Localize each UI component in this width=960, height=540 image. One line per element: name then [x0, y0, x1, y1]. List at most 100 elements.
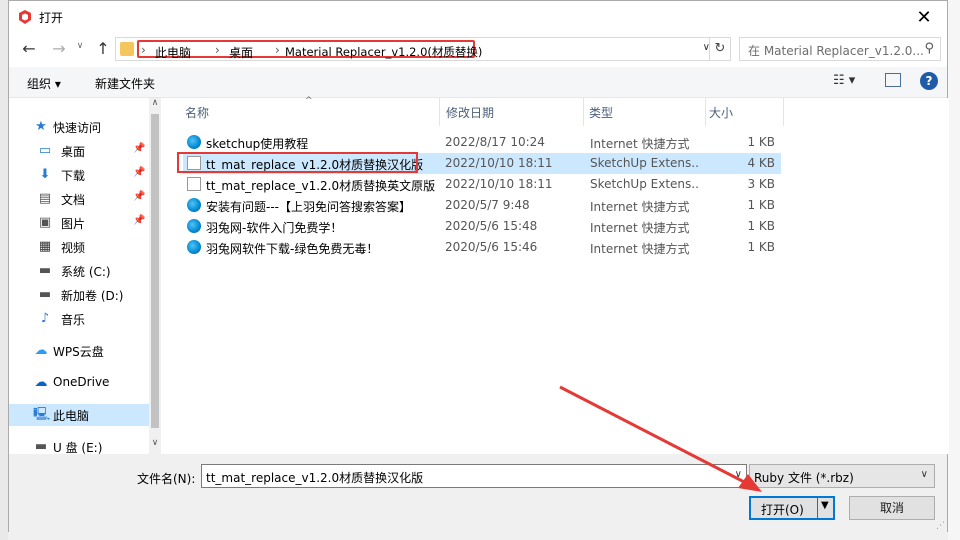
- help-icon[interactable]: ?: [920, 72, 938, 90]
- sidebar-item-label: 快速访问: [53, 121, 102, 135]
- file-date: 2020/5/6 15:48: [445, 219, 538, 233]
- toolbar: 组织 ▾ 新建文件夹 ☷ ▾ ?: [9, 67, 947, 98]
- file-name: tt_mat_replace_v1.2.0材质替换英文原版: [206, 179, 436, 193]
- sidebar-item-music[interactable]: ♪ 音乐: [9, 308, 149, 330]
- breadcrumb-separator-icon: ›: [141, 43, 146, 57]
- address-bar[interactable]: › 此电脑 › 桌面 › Material Replacer_v1.2.0(材质…: [115, 37, 731, 61]
- table-row[interactable]: 羽兔网-软件入门免费学！ 2020/5/6 15:48 Internet 快捷方…: [183, 216, 781, 237]
- forward-arrow-icon[interactable]: →: [47, 39, 71, 59]
- sidebar-item-pictures[interactable]: ▣ 图片 📌: [9, 212, 149, 234]
- sidebar-item-drive-c[interactable]: ▬ 系统 (C:): [9, 260, 149, 282]
- open-options-dropdown-icon[interactable]: ▼: [821, 500, 829, 511]
- file-size: 1 KB: [747, 198, 775, 212]
- column-divider[interactable]: [583, 98, 584, 126]
- preview-pane-icon[interactable]: [885, 73, 901, 87]
- sidebar-item-quick-access[interactable]: ★ 快速访问: [9, 116, 149, 138]
- sidebar-item-label: 新加卷 (D:): [61, 289, 124, 303]
- sidebar-item-downloads[interactable]: ⬇ 下载 📌: [9, 164, 149, 186]
- sidebar-item-this-pc[interactable]: 🖳 此电脑: [9, 404, 149, 426]
- sidebar-item-desktop[interactable]: ▭ 桌面 📌: [9, 140, 149, 162]
- chevron-down-icon[interactable]: ∨: [735, 469, 742, 480]
- sidebar-item-label: WPS云盘: [53, 345, 104, 359]
- close-button[interactable]: ✕: [901, 1, 947, 33]
- sidebar-item-drive-d[interactable]: ▬ 新加卷 (D:): [9, 284, 149, 306]
- filetype-value: Ruby 文件 (*.rbz): [754, 471, 854, 485]
- filename-input[interactable]: tt_mat_replace_v1.2.0材质替换汉化版 ∨: [201, 464, 747, 488]
- search-icon: ⚲: [924, 41, 934, 56]
- breadcrumb-separator-icon: ›: [215, 43, 220, 57]
- internet-shortcut-icon: [187, 240, 201, 254]
- document-icon: ▤: [38, 191, 52, 206]
- scroll-up-icon[interactable]: ∧: [149, 98, 161, 108]
- desktop-icon: ▭: [38, 143, 52, 158]
- column-divider[interactable]: [439, 98, 440, 126]
- sidebar-item-documents[interactable]: ▤ 文档 📌: [9, 188, 149, 210]
- new-folder-button[interactable]: 新建文件夹: [95, 75, 155, 92]
- organize-menu-button[interactable]: 组织 ▾: [27, 75, 61, 92]
- download-icon: ⬇: [39, 167, 51, 182]
- sidebar-item-label: 视频: [61, 241, 86, 255]
- pin-icon[interactable]: 📌: [133, 167, 145, 178]
- back-arrow-icon[interactable]: ←: [17, 39, 41, 59]
- table-row[interactable]: 安装有问题---【上羽免问答搜索答案】 2020/5/7 9:48 Intern…: [183, 195, 781, 216]
- scroll-down-icon[interactable]: ∨: [149, 438, 161, 448]
- scrollbar-thumb[interactable]: [151, 114, 159, 428]
- file-size: 3 KB: [747, 177, 775, 191]
- up-arrow-icon[interactable]: ↑: [93, 39, 113, 59]
- pin-icon[interactable]: 📌: [133, 215, 145, 226]
- sidebar-item-label: 文档: [61, 193, 86, 207]
- table-row[interactable]: tt_mat_replace_v1.2.0材质替换英文原版 2022/10/10…: [183, 174, 781, 195]
- file-name: sketchup使用教程: [206, 137, 309, 151]
- open-button[interactable]: 打开(O) ▼: [749, 496, 835, 520]
- column-header-name[interactable]: 名称: [185, 104, 209, 121]
- file-size: 1 KB: [747, 219, 775, 233]
- refresh-icon[interactable]: ↻: [709, 38, 730, 60]
- breadcrumb-separator-icon: ›: [275, 43, 280, 57]
- view-options-icon[interactable]: ☷ ▾: [833, 73, 855, 88]
- picture-icon: ▣: [38, 215, 52, 230]
- title-bar: 打开 ✕: [9, 1, 947, 33]
- file-type: Internet 快捷方式: [590, 200, 690, 214]
- file-icon: [187, 177, 201, 191]
- sketchup-app-icon: [19, 10, 31, 24]
- file-date: 2022/8/17 10:24: [445, 135, 545, 149]
- cancel-button[interactable]: 取消: [849, 496, 935, 520]
- sidebar-item-label: 此电脑: [53, 409, 90, 423]
- sort-ascending-icon: ^: [305, 96, 313, 106]
- pin-icon[interactable]: 📌: [133, 191, 145, 202]
- recent-locations-chevron-icon[interactable]: ∨: [73, 41, 87, 59]
- filename-value: tt_mat_replace_v1.2.0材质替换汉化版: [206, 471, 424, 485]
- file-date: 2020/5/7 9:48: [445, 198, 530, 212]
- sidebar-item-videos[interactable]: ▦ 视频: [9, 236, 149, 258]
- pin-icon[interactable]: 📌: [133, 143, 145, 154]
- breadcrumb-this-pc[interactable]: 此电脑: [155, 44, 191, 61]
- breadcrumb-desktop[interactable]: 桌面: [229, 44, 253, 61]
- file-date: 2020/5/6 15:46: [445, 240, 538, 254]
- column-header-type[interactable]: 类型: [589, 104, 613, 121]
- computer-icon: 🖳: [33, 407, 51, 422]
- split-divider: [817, 498, 818, 518]
- column-divider[interactable]: [783, 98, 784, 126]
- cloud-icon: ☁: [34, 343, 48, 358]
- sidebar-item-wps-cloud[interactable]: ☁ WPS云盘: [9, 340, 149, 362]
- column-header-date[interactable]: 修改日期: [446, 104, 494, 121]
- annotation-highlight-box: [177, 152, 418, 173]
- filetype-select[interactable]: Ruby 文件 (*.rbz) ∨: [749, 464, 935, 488]
- drive-icon: ▬: [38, 287, 52, 302]
- file-size: 4 KB: [747, 156, 775, 170]
- sidebar-item-label: 音乐: [61, 313, 86, 327]
- file-name: 羽兔网软件下载-绿色免费无毒！: [206, 242, 379, 256]
- breadcrumb-current-folder[interactable]: Material Replacer_v1.2.0(材质替换): [285, 44, 482, 60]
- resize-grip-icon[interactable]: ⋰: [936, 521, 945, 531]
- table-row[interactable]: 羽兔网软件下载-绿色免费无毒！ 2020/5/6 15:46 Internet …: [183, 237, 781, 258]
- file-date: 2022/10/10 18:11: [445, 156, 553, 170]
- column-header-size[interactable]: 大小: [709, 104, 733, 121]
- table-row[interactable]: sketchup使用教程 2022/8/17 10:24 Internet 快捷…: [183, 132, 781, 153]
- folder-icon: [120, 42, 134, 56]
- search-input[interactable]: 在 Material Replacer_v1.2.0... ⚲: [739, 37, 941, 61]
- file-size: 1 KB: [747, 135, 775, 149]
- sidebar-item-label: 下载: [61, 169, 86, 183]
- sidebar-item-label: 图片: [61, 217, 86, 231]
- sidebar-item-onedrive[interactable]: ☁ OneDrive: [9, 372, 149, 394]
- column-divider[interactable]: [705, 98, 706, 126]
